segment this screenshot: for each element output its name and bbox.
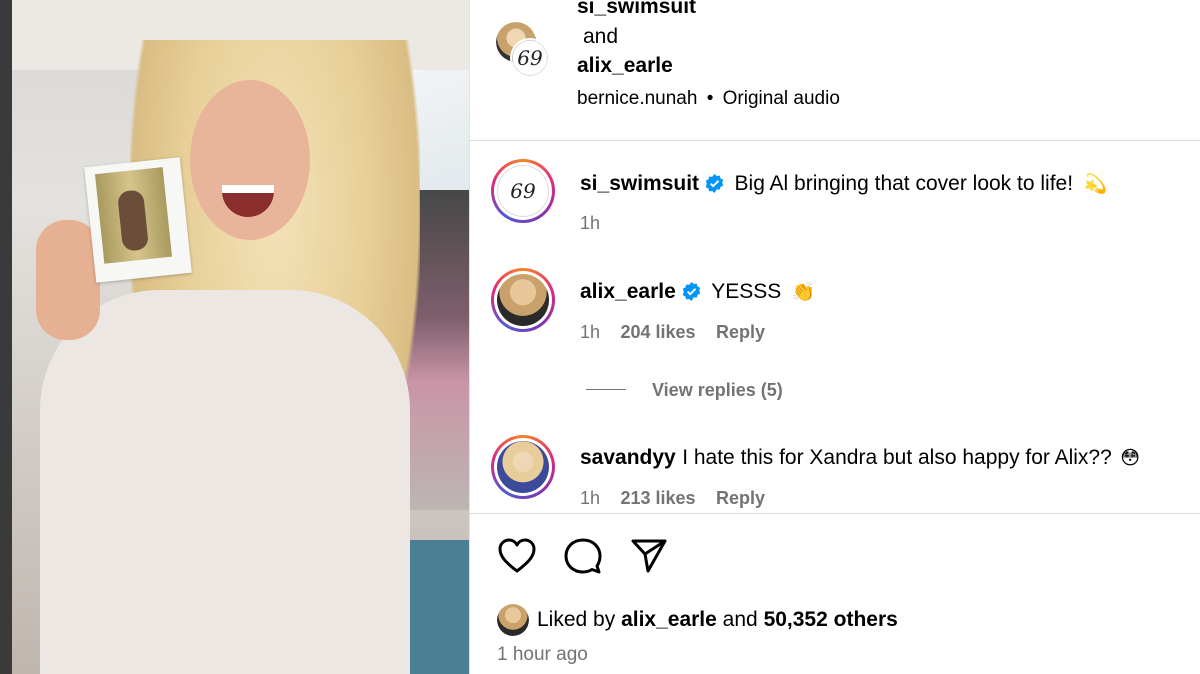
liked-by-avatar[interactable]	[497, 604, 529, 636]
verified-icon	[705, 174, 724, 193]
header-account-2[interactable]: alix_earle	[577, 54, 673, 78]
comment-text: YESSS	[711, 280, 782, 303]
media-person-shirt	[40, 290, 410, 674]
actions-divider	[469, 513, 1200, 514]
share-icon	[631, 539, 667, 573]
collab-avatar-front[interactable]: 69	[510, 38, 550, 78]
comment-time[interactable]: 1h	[580, 322, 600, 342]
replies-divider-line	[586, 389, 626, 390]
audio-user[interactable]: bernice.nunah	[577, 88, 697, 109]
media-person-hand	[36, 220, 100, 340]
comment-text: Big Al bringing that cover look to life!	[734, 172, 1074, 195]
like-button[interactable]	[497, 537, 537, 575]
comment-likes[interactable]: 213 likes	[620, 488, 695, 508]
comment-icon	[564, 538, 602, 574]
comment-button[interactable]	[563, 537, 603, 575]
comment-avatar-si-swimsuit[interactable]: 69	[491, 159, 555, 223]
audio-info: bernice.nunah • Original audio	[577, 88, 840, 110]
panel-divider	[469, 0, 470, 674]
comment-likes[interactable]: 204 likes	[620, 322, 695, 342]
post-media[interactable]	[0, 0, 469, 674]
header-divider	[469, 140, 1200, 141]
avatar: 69	[497, 165, 549, 217]
header-joiner: and	[583, 25, 619, 48]
avatar	[497, 604, 529, 636]
media-polaroid-photo	[84, 157, 192, 283]
avatar	[497, 274, 549, 326]
comment-body: si_swimsuit Big Al bringing that cover l…	[580, 172, 1107, 196]
comment-username[interactable]: alix_earle	[580, 280, 676, 303]
share-button[interactable]	[629, 537, 669, 575]
comment-meta: 1h 204 likes Reply	[580, 322, 765, 343]
comment-meta: 1h 213 likes Reply	[580, 488, 765, 509]
comment-text: I hate this for Xandra but also happy fo…	[682, 446, 1112, 469]
liked-others[interactable]: 50,352 others	[764, 608, 898, 631]
comment-avatar-alix-earle[interactable]	[491, 268, 555, 332]
clapping-emoji-icon: 👏	[791, 281, 816, 303]
avatar: 69	[512, 40, 548, 76]
liked-and: and	[722, 608, 758, 631]
liked-prefix: Liked by	[537, 608, 616, 631]
post-timestamp[interactable]: 1 hour ago	[497, 644, 588, 666]
comment-time[interactable]: 1h	[580, 488, 600, 508]
liked-by-text: Liked by alix_earle and 50,352 others	[537, 608, 898, 632]
heart-icon	[498, 538, 536, 573]
flushed-emoji-icon: 😳	[1120, 447, 1141, 469]
media-background-edge	[0, 0, 12, 674]
comment-body: alix_earle YESSS 👏	[580, 280, 815, 304]
comment-username[interactable]: si_swimsuit	[580, 172, 699, 195]
comment-avatar-savandyy[interactable]	[491, 435, 555, 499]
audio-separator: •	[706, 88, 714, 109]
audio-label[interactable]: Original audio	[723, 88, 840, 109]
reply-button[interactable]: Reply	[716, 488, 765, 508]
reply-button[interactable]: Reply	[716, 322, 765, 342]
avatar	[497, 441, 549, 493]
liked-user[interactable]: alix_earle	[621, 608, 717, 631]
dizzy-emoji-icon: 💫	[1083, 173, 1108, 195]
comment-username[interactable]: savandyy	[580, 446, 676, 469]
verified-icon	[682, 282, 701, 301]
comment-body: savandyy I hate this for Xandra but also…	[580, 446, 1140, 470]
view-replies-button[interactable]: View replies (5)	[652, 380, 783, 401]
comment-time[interactable]: 1h	[580, 213, 600, 234]
header-account-1[interactable]: si_swimsuit	[577, 0, 696, 19]
si-logo-icon: 69	[517, 46, 543, 70]
si-logo-icon: 69	[510, 179, 536, 203]
